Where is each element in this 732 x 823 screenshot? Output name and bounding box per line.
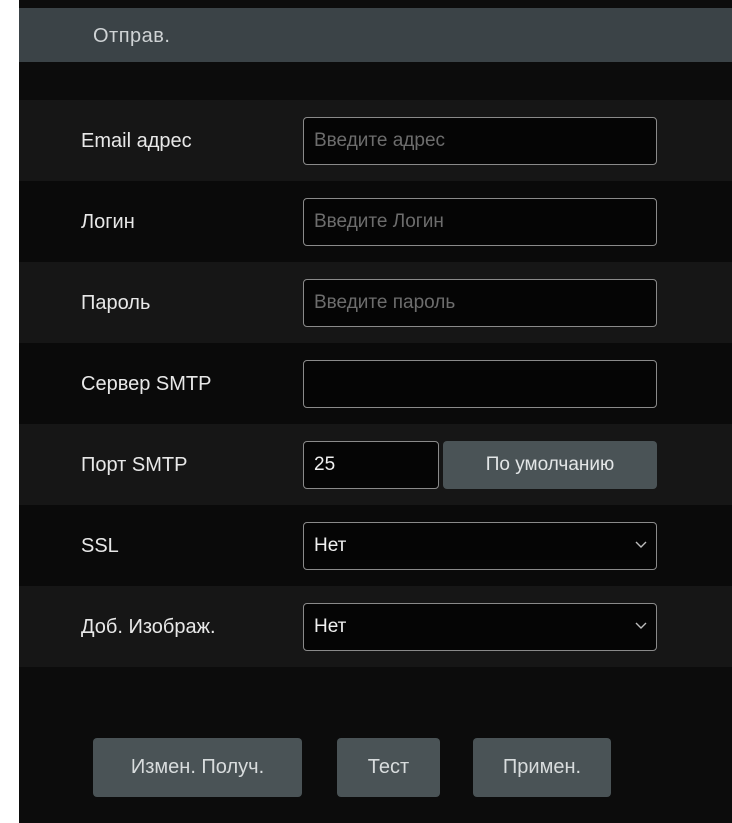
password-label: Пароль [81, 292, 151, 314]
change-recipients-button[interactable]: Измен. Получ. [93, 738, 302, 797]
ssl-selected-value: Нет [314, 535, 347, 556]
ssl-select[interactable]: Нет [303, 522, 657, 570]
login-field[interactable] [303, 198, 657, 246]
chevron-down-icon [635, 622, 647, 629]
smtp-port-label: Порт SMTP [81, 454, 188, 476]
password-field[interactable] [303, 279, 657, 327]
test-button[interactable]: Тест [337, 738, 440, 797]
section-header: Отправ. [19, 8, 732, 62]
login-label: Логин [81, 211, 135, 233]
attach-image-select[interactable]: Нет [303, 603, 657, 651]
email-field[interactable] [303, 117, 657, 165]
smtp-port-field[interactable] [303, 441, 439, 489]
apply-button[interactable]: Примен. [473, 738, 611, 797]
smtp-server-label: Сервер SMTP [81, 373, 212, 395]
default-port-button[interactable]: По умолчанию [443, 441, 657, 489]
section-title: Отправ. [93, 25, 171, 47]
attach-image-selected-value: Нет [314, 616, 347, 637]
ssl-label: SSL [81, 535, 119, 557]
chevron-down-icon [635, 541, 647, 548]
attach-image-label: Доб. Изображ. [81, 616, 216, 638]
smtp-server-field[interactable] [303, 360, 657, 408]
email-label: Email адрес [81, 130, 192, 152]
